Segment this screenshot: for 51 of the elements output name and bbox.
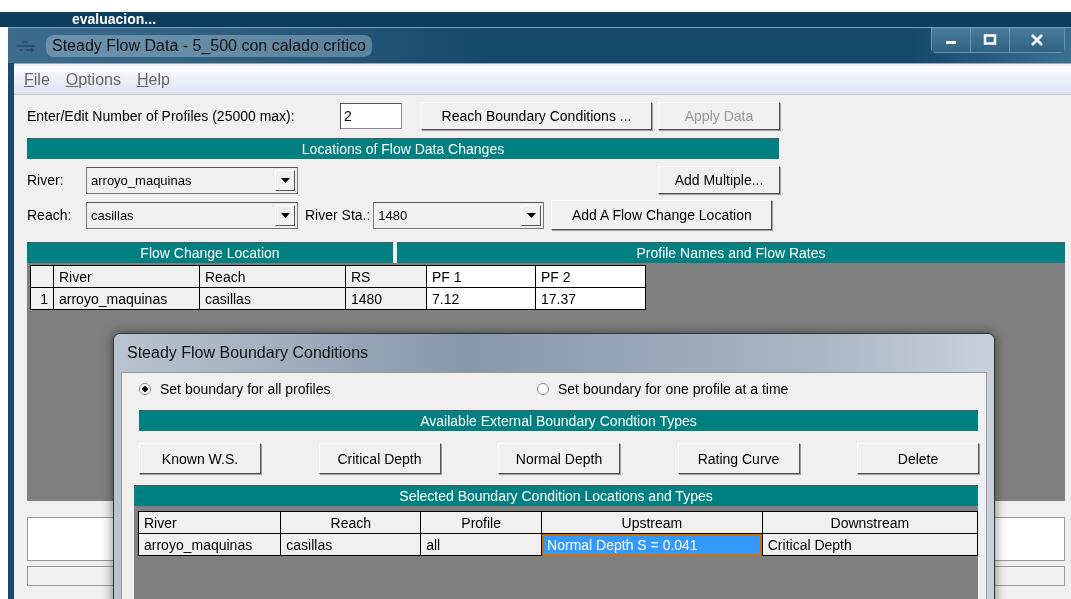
section-header: Selected Boundary Condition Locations and Types [134,485,978,506]
field-label: River Sta.: [305,207,371,223]
maximize-icon [983,34,997,46]
column-header: PF 2 [535,265,646,288]
dropdown[interactable]: arroyo_maquinas [86,166,298,194]
section-header: Profile Names and Flow Rates [397,242,1065,263]
column-header: PF 1 [426,265,536,288]
table-cell: casillas [199,287,346,310]
column-header: Upstream [541,511,763,534]
push-button[interactable]: Reach Boundary Conditions ... [421,102,652,130]
push-button[interactable]: Delete [857,443,979,474]
menu-item[interactable]: Help [136,71,170,89]
column-header: Profile [420,511,542,534]
push-button[interactable]: Known W.S. [139,443,261,474]
minimize-button[interactable] [932,28,971,52]
push-button[interactable]: Add Multiple... [658,166,780,194]
push-button[interactable]: Normal Depth [498,443,620,474]
push-button[interactable]: Rating Curve [677,443,800,474]
menu-item[interactable]: File [24,71,50,89]
window-title: Steady Flow Data - 5_500 con calado crítico [46,34,372,57]
maximize-button[interactable] [971,28,1010,52]
column-header: River [53,265,200,288]
close-button[interactable] [1010,28,1064,52]
dropdown[interactable]: 1480 [373,201,545,229]
dialog-title: Steady Flow Boundary Conditions [126,343,370,363]
radio-option[interactable]: Set boundary for all profiles [139,381,537,397]
column-header: Reach [199,265,346,288]
window-title: evaluacion... [72,12,157,26]
table-cell[interactable]: casillas [280,533,421,556]
radio-option[interactable]: Set boundary for one profile at a time [537,381,789,397]
menu-item[interactable]: Options [65,71,121,89]
column-header: Reach [280,511,421,534]
row-number: 1 [30,287,54,310]
section-header: Locations of Flow Data Changes [27,138,779,159]
section-header: Flow Change Location [27,242,393,263]
table-cell[interactable]: Critical Depth [762,533,978,556]
column-header: Downstream [762,511,978,534]
table-cell[interactable]: arroyo_maquinas [138,533,281,556]
profiles-input[interactable]: 2 [340,103,402,129]
column-header: River [138,511,281,534]
push-button[interactable]: Add A Flow Change Location [551,200,773,230]
flow-icon [16,38,36,53]
field-label: River: [27,172,65,188]
table-cell: arroyo_maquinas [53,287,200,310]
field-label: Reach: [27,207,73,223]
column-header: RS [345,265,427,288]
profiles-label: Enter/Edit Number of Profiles (25000 max): [27,108,296,124]
dropdown[interactable]: casillas [86,201,298,229]
close-icon [1030,34,1044,46]
push-button[interactable]: Critical Depth [318,443,441,474]
section-header: Available External Boundary Condtion Types [139,410,978,431]
